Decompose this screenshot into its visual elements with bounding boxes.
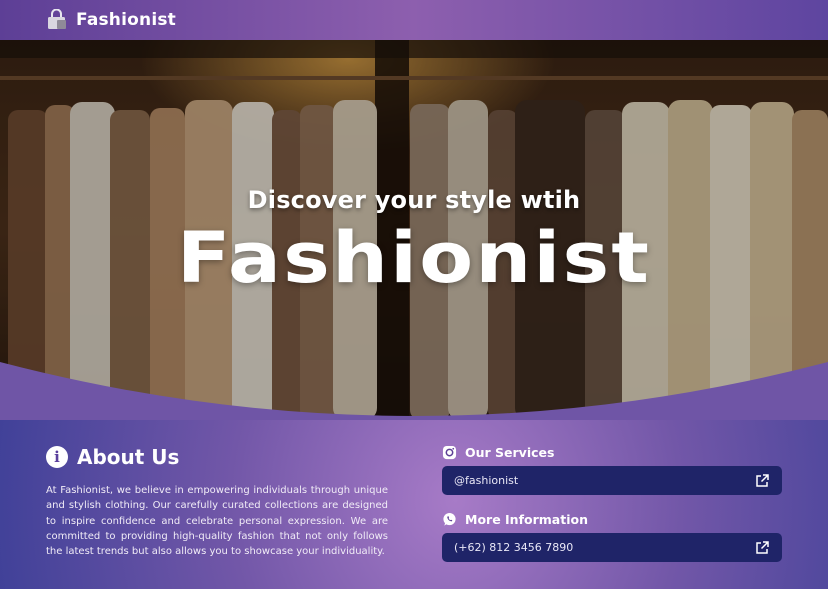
whatsapp-icon <box>443 512 456 526</box>
hero-title: Fashionist <box>176 217 652 299</box>
about-text: At Fashionist, we believe in empowering … <box>46 485 388 558</box>
info-icon: i <box>46 446 68 468</box>
about-header: i About Us <box>46 445 388 469</box>
more-info-section: More Information (+62) 812 3456 7890 <box>442 512 782 562</box>
shopping-bag-icon <box>48 9 66 29</box>
about-section: i About Us At Fashionist, we believe in … <box>46 445 388 559</box>
external-link-icon <box>756 540 769 554</box>
top-bar: Fashionist <box>0 0 828 40</box>
brand-name: Fashionist <box>76 10 176 30</box>
hero-subtitle: Discover your style wtih <box>247 186 581 214</box>
brand-logo[interactable]: Fashionist <box>46 9 176 31</box>
external-link-icon <box>756 473 769 487</box>
services-section: Our Services @fashionist <box>442 445 782 495</box>
instagram-icon <box>442 445 457 460</box>
about-title: About Us <box>77 445 180 469</box>
instagram-link[interactable]: @fashionist <box>442 466 782 495</box>
services-header: Our Services <box>442 445 782 460</box>
whatsapp-link[interactable]: (+62) 812 3456 7890 <box>442 533 782 562</box>
services-title: Our Services <box>465 445 555 460</box>
more-info-title: More Information <box>465 512 588 527</box>
phone-number: (+62) 812 3456 7890 <box>454 541 574 554</box>
hero-heading: Discover your style wtih Fashionist <box>0 186 828 298</box>
more-info-header: More Information <box>442 512 782 527</box>
instagram-handle: @fashionist <box>454 474 519 487</box>
hero-banner: Discover your style wtih Fashionist <box>0 40 828 420</box>
